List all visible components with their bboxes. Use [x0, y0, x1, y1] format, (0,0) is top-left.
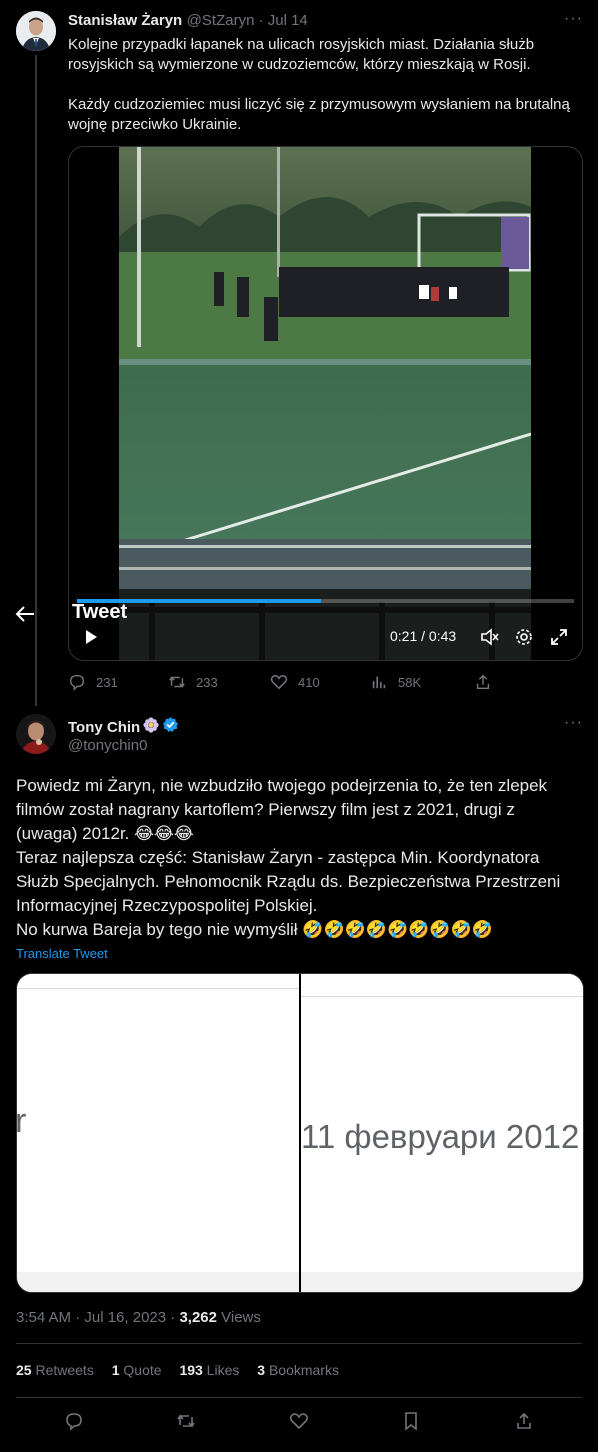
divider [16, 1397, 582, 1398]
video-time: 0:21 / 0:43 [390, 628, 457, 644]
fullscreen-icon[interactable] [549, 627, 569, 652]
quote-stat[interactable]: 1 Quote [112, 1362, 162, 1378]
retweet-icon[interactable] [176, 1411, 196, 1436]
reply-icon[interactable] [64, 1411, 84, 1436]
tweet-timestamp[interactable]: 3:54 AM · Jul 16, 2023 · 3,262 Views [16, 1309, 261, 1326]
heart-icon[interactable] [289, 1411, 309, 1436]
divider [16, 1343, 582, 1344]
retweets-stat[interactable]: 25 Retweets [16, 1362, 94, 1378]
more-options-icon[interactable]: ··· [564, 714, 583, 732]
image-left-text: r [17, 1102, 26, 1141]
mute-icon[interactable] [479, 627, 499, 652]
like-button[interactable]: 410 [270, 673, 320, 691]
video-player[interactable]: 0:21 / 0:43 [68, 146, 583, 661]
share-icon [476, 674, 490, 690]
video-frame[interactable] [119, 147, 531, 660]
more-options-icon[interactable]: ··· [564, 10, 583, 28]
heart-icon [270, 675, 288, 690]
author-avatar[interactable] [16, 11, 56, 51]
tweet-text: Kolejne przypadki łapanek na ulicach ros… [68, 36, 570, 133]
verified-badge-icon [162, 716, 179, 738]
bookmark-icon[interactable] [401, 1411, 421, 1436]
translate-tweet-link[interactable]: Translate Tweet [16, 946, 108, 961]
author-name[interactable]: Tony Chin [68, 719, 140, 736]
views-count: 3,262 [179, 1309, 217, 1326]
media-grid[interactable]: r 11 февруари 2012 [16, 973, 584, 1293]
flower-badge-icon [143, 716, 159, 738]
reply-icon [69, 674, 85, 691]
settings-gear-icon[interactable] [514, 627, 534, 652]
author-name[interactable]: Stanisław Żaryn [68, 12, 182, 29]
video-progress-bar[interactable] [77, 599, 574, 603]
share-icon[interactable] [514, 1411, 534, 1436]
reply-button[interactable]: 231 [68, 673, 118, 691]
author-avatar[interactable] [16, 714, 56, 754]
bookmarks-stat[interactable]: 3 Bookmarks [257, 1362, 339, 1378]
image-left[interactable]: r [17, 974, 299, 1292]
views-button[interactable]: 58K [370, 673, 421, 691]
image-right-text: 11 февруари 2012 [301, 1118, 580, 1155]
retweet-button[interactable]: 233 [168, 673, 218, 691]
author-handle-time[interactable]: @StZaryn · Jul 14 [187, 12, 308, 29]
share-button[interactable] [474, 673, 492, 691]
likes-stat[interactable]: 193 Likes [179, 1362, 239, 1378]
back-arrow-icon[interactable] [14, 603, 36, 630]
analytics-icon [372, 676, 386, 689]
author-handle[interactable]: @tonychin0 [68, 737, 147, 754]
retweet-icon [169, 676, 185, 688]
tweet-text: Powiedz mi Żaryn, nie wzbudziło twojego … [16, 776, 561, 939]
header-title: Tweet [72, 601, 128, 623]
play-icon[interactable] [83, 629, 99, 650]
image-right[interactable]: 11 февруари 2012 [301, 974, 583, 1292]
